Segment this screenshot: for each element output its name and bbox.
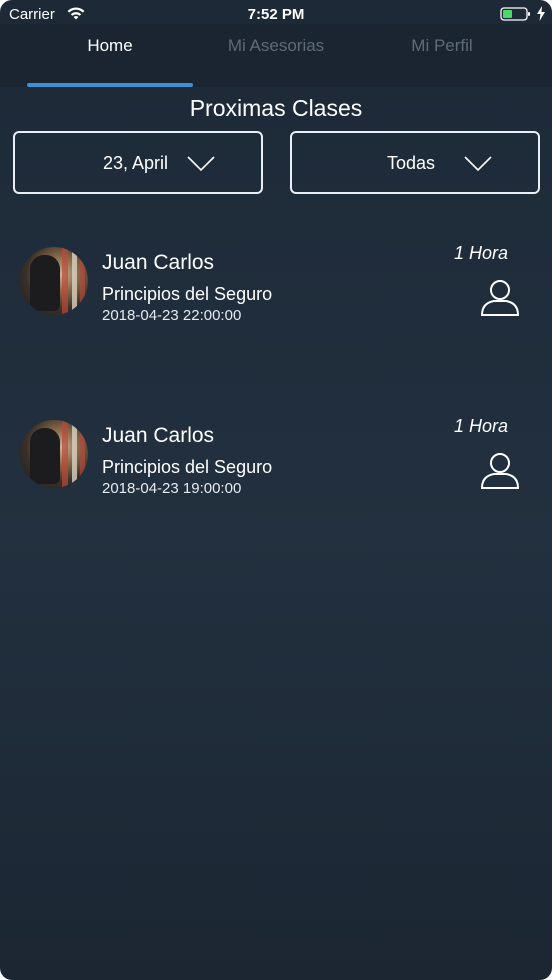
category-filter-dropdown[interactable]: Todas	[290, 131, 540, 194]
clock: 7:52 PM	[247, 6, 305, 23]
course-name: Principios del Seguro	[102, 284, 273, 304]
person-icon[interactable]	[479, 449, 521, 491]
charging-bolt-icon	[536, 6, 546, 25]
teacher-name: Juan Carlos	[102, 251, 215, 274]
date-filter-dropdown[interactable]: 23, April	[13, 131, 263, 194]
class-duration: 1 Hora	[453, 243, 508, 263]
date-filter-value: 23, April	[103, 153, 169, 173]
app-screen: Carrier 7:52 PM Home Mi Asesorias Mi Per…	[0, 0, 552, 980]
person-icon[interactable]	[479, 276, 521, 318]
category-filter-value: Todas	[387, 153, 436, 173]
class-list-item[interactable]: Juan Carlos Principios del Seguro 2018-0…	[0, 238, 552, 348]
tab-mi-perfil[interactable]: Mi Perfil	[357, 36, 527, 56]
class-datetime: 2018-04-23 19:00:00	[102, 480, 242, 497]
chevron-down-icon	[464, 156, 492, 172]
class-duration: 1 Hora	[453, 416, 508, 436]
avatar	[20, 247, 88, 315]
course-name: Principios del Seguro	[102, 457, 273, 477]
class-datetime: 2018-04-23 22:00:00	[102, 307, 242, 324]
tab-mi-asesorias[interactable]: Mi Asesorias	[191, 36, 361, 56]
page-title: Proximas Clases	[189, 95, 363, 121]
battery-icon	[500, 7, 530, 21]
active-tab-indicator	[27, 83, 193, 87]
teacher-name: Juan Carlos	[102, 424, 215, 447]
chevron-down-icon	[187, 156, 215, 172]
tab-home[interactable]: Home	[25, 36, 195, 56]
avatar	[20, 420, 88, 488]
top-tab-bar: Home Mi Asesorias Mi Perfil	[0, 24, 552, 87]
class-list-item[interactable]: Juan Carlos Principios del Seguro 2018-0…	[0, 411, 552, 521]
